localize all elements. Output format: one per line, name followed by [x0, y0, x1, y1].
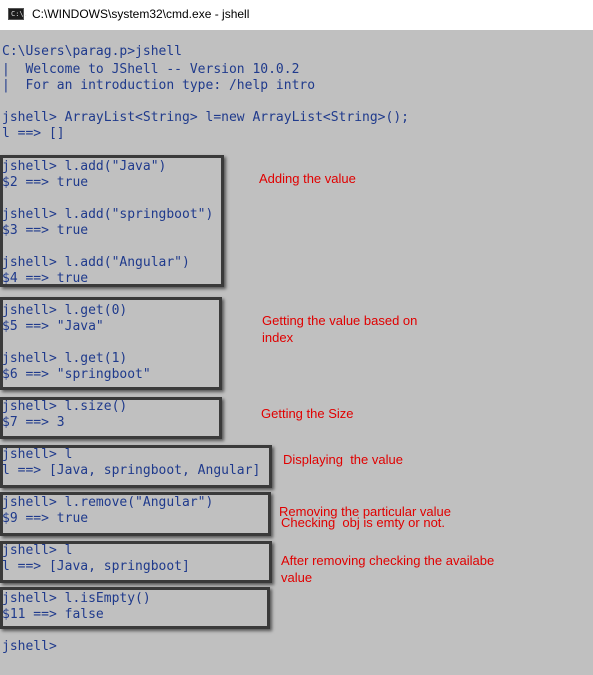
console-line: $3 ==> true: [2, 223, 89, 238]
console-line: jshell> l: [2, 447, 73, 462]
cmd-icon: C:\.: [8, 8, 28, 20]
annotation-displaying: Displaying the value: [283, 452, 403, 467]
console-line: $2 ==> true: [2, 175, 89, 190]
console-line: jshell> l.add("springboot"): [2, 207, 214, 222]
console-line: | Welcome to JShell -- Version 10.0.2: [2, 62, 300, 77]
console-area[interactable]: C:\Users\parag.p>jshell | Welcome to JSh…: [0, 30, 593, 675]
cmd-icon-text: C:\.: [11, 10, 28, 18]
console-line: jshell> l.get(1): [2, 351, 128, 366]
annotation-getting-by-index: Getting the value based on index: [262, 313, 418, 345]
title-bar[interactable]: C:\. C:\WINDOWS\system32\cmd.exe - jshel…: [0, 0, 593, 31]
console-line: jshell> l.remove("Angular"): [2, 495, 214, 510]
console-line: jshell> ArrayList<String> l=new ArrayLis…: [2, 110, 409, 125]
console-line: l ==> [Java, springboot]: [2, 559, 190, 574]
console-prompt[interactable]: jshell>: [2, 639, 57, 655]
console-line: jshell> l.add("Angular"): [2, 255, 190, 270]
console-line: jshell> l.get(0): [2, 303, 128, 318]
console-line: $9 ==> true: [2, 511, 89, 526]
console-line: | For an introduction type: /help intro: [2, 78, 316, 93]
console-line: jshell> l.size(): [2, 399, 128, 414]
console-line: $5 ==> "Java": [2, 319, 104, 334]
annotation-size: Getting the Size: [261, 406, 354, 421]
annotation-after-removing: After removing checking the availabe val…: [281, 553, 495, 585]
console-line: $4 ==> true: [2, 271, 89, 286]
console-line: C:\Users\parag.p>jshell: [2, 44, 183, 59]
console-line: jshell> l: [2, 543, 73, 558]
console-line: l ==> [Java, springboot, Angular]: [2, 463, 261, 478]
console-line: $7 ==> 3: [2, 415, 65, 430]
console-line: jshell> l.isEmpty(): [2, 591, 151, 606]
window-title: C:\WINDOWS\system32\cmd.exe - jshell: [32, 7, 250, 21]
console-line: $6 ==> "springboot": [2, 367, 151, 382]
console-line: $11 ==> false: [2, 607, 104, 622]
annotation-isempty: Checking obj is emty or not.: [281, 515, 446, 530]
console-line: jshell> l.add("Java"): [2, 159, 167, 174]
console-line: l ==> []: [2, 126, 65, 141]
annotation-adding: Adding the value: [259, 171, 356, 186]
